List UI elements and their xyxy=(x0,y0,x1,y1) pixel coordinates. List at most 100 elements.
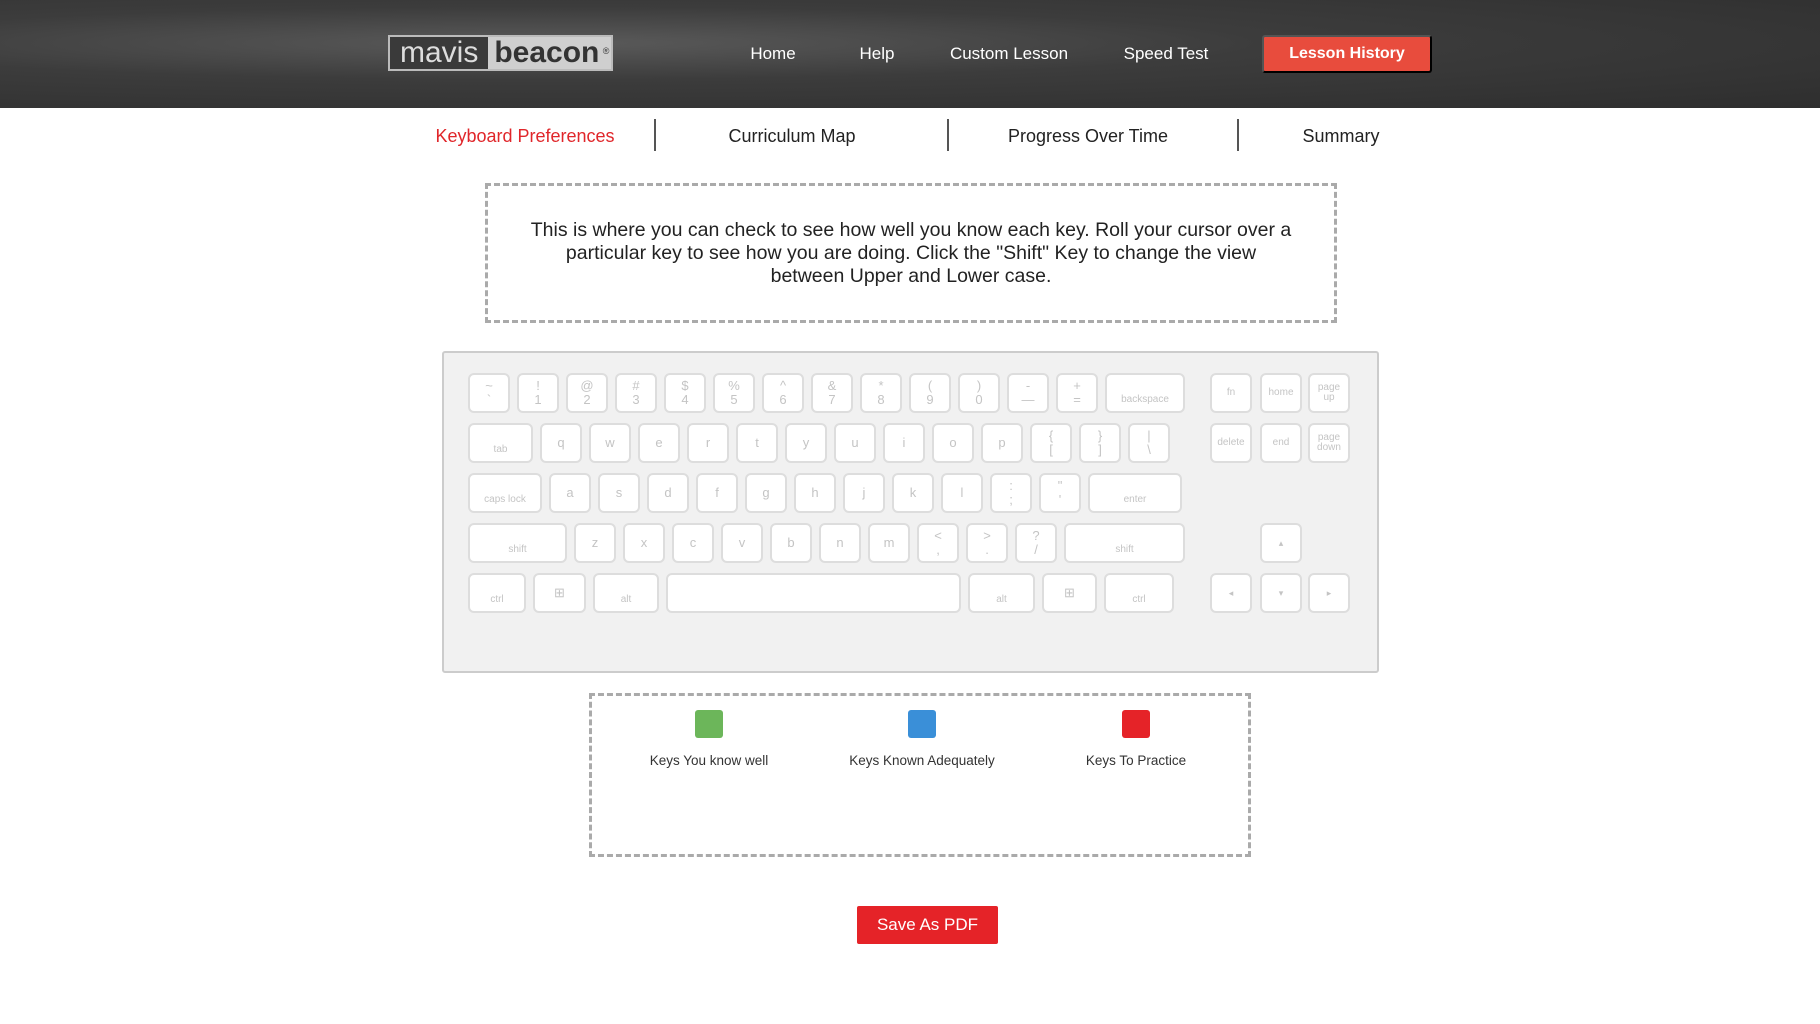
nav-custom-lesson[interactable]: Custom Lesson xyxy=(950,44,1068,64)
key-label: { xyxy=(1048,428,1054,443)
key-/[interactable]: ? / xyxy=(1015,523,1057,563)
key-label: " xyxy=(1057,478,1063,493)
save-as-pdf-button[interactable]: Save As PDF xyxy=(857,906,998,944)
tab-summary[interactable]: Summary xyxy=(1302,126,1379,147)
key-h[interactable]: h xyxy=(794,473,836,513)
key-label: > xyxy=(983,528,991,543)
key-][interactable]: }] xyxy=(1079,423,1121,463)
arrow-left-key[interactable]: ◂ xyxy=(1210,573,1252,613)
key-end[interactable]: end xyxy=(1260,423,1302,463)
key-8[interactable]: * 8 xyxy=(860,373,902,413)
key-w[interactable]: w xyxy=(589,423,631,463)
key-label: ? xyxy=(1032,528,1040,543)
key-\[interactable]: | \ xyxy=(1128,423,1170,463)
arrow-right-key[interactable]: ▸ xyxy=(1308,573,1350,613)
key-label: w xyxy=(605,435,615,450)
key-;[interactable]: :; xyxy=(990,473,1032,513)
key-shift[interactable]: shift xyxy=(468,523,567,563)
key-0[interactable]: ) 0 xyxy=(958,373,1000,413)
key-s[interactable]: s xyxy=(598,473,640,513)
key-shift[interactable]: shift xyxy=(1064,523,1185,563)
key-m[interactable]: m xyxy=(868,523,910,563)
key-o[interactable]: o xyxy=(932,423,974,463)
key-u[interactable]: u xyxy=(834,423,876,463)
key-,[interactable]: <, xyxy=(917,523,959,563)
mavis-beacon-logo[interactable]: mavis beacon ® xyxy=(388,35,614,71)
nav-speed-test[interactable]: Speed Test xyxy=(1124,44,1209,64)
key-2[interactable]: @2 xyxy=(566,373,608,413)
lesson-history-button[interactable]: Lesson History xyxy=(1262,35,1432,73)
red-swatch xyxy=(1122,710,1150,738)
key-f[interactable]: f xyxy=(696,473,738,513)
key-r[interactable]: r xyxy=(687,423,729,463)
key-3[interactable]: #3 xyxy=(615,373,657,413)
key-.[interactable]: >. xyxy=(966,523,1008,563)
key-q[interactable]: q xyxy=(540,423,582,463)
key-t[interactable]: t xyxy=(736,423,778,463)
key-a[interactable]: a xyxy=(549,473,591,513)
key-label: r xyxy=(705,435,711,450)
key-7[interactable]: & 7 xyxy=(811,373,853,413)
key-—[interactable]: - — xyxy=(1007,373,1049,413)
key-fn[interactable]: fn xyxy=(1210,373,1252,413)
key-1[interactable]: ! 1 xyxy=(517,373,559,413)
key-label: % xyxy=(728,378,740,393)
key-6[interactable]: ^ 6 xyxy=(762,373,804,413)
key-ctrl[interactable]: ctrl xyxy=(468,573,526,613)
keyboard: ~ `! 1 @2 #3 $4% 5 ^ 6 & 7 * 8(9) 0- — + = backspace tab q w… xyxy=(442,351,1379,673)
key-label: ▾ xyxy=(1278,588,1284,598)
key-page-down[interactable]: page down xyxy=(1308,423,1350,463)
key-9[interactable]: (9 xyxy=(909,373,951,413)
key-backspace[interactable]: backspace xyxy=(1105,373,1185,413)
key-v[interactable]: v xyxy=(721,523,763,563)
key-delete[interactable]: delete xyxy=(1210,423,1252,463)
instructions-box: This is where you can check to see how w… xyxy=(485,183,1337,323)
key-e[interactable]: e xyxy=(638,423,680,463)
key-tab[interactable]: tab xyxy=(468,423,533,463)
tab-keyboard-preferences[interactable]: Keyboard Preferences xyxy=(435,126,614,147)
windows-key[interactable]: ⊞ xyxy=(533,573,586,613)
key-n[interactable]: n xyxy=(819,523,861,563)
nav-help[interactable]: Help xyxy=(860,44,895,64)
key-l[interactable]: l xyxy=(941,473,983,513)
key-enter[interactable]: enter xyxy=(1088,473,1182,513)
key-page-up[interactable]: page up xyxy=(1308,373,1350,413)
tab-progress-over-time[interactable]: Progress Over Time xyxy=(1008,126,1168,147)
key-d[interactable]: d xyxy=(647,473,689,513)
key-label: ctrl xyxy=(1132,594,1146,605)
arrow-up-key[interactable]: ▴ xyxy=(1260,523,1302,563)
key-home[interactable]: home xyxy=(1260,373,1302,413)
key-`[interactable]: ~ ` xyxy=(468,373,510,413)
key-label: m xyxy=(883,535,895,550)
windows-key[interactable]: ⊞ xyxy=(1042,573,1097,613)
space-key[interactable] xyxy=(666,573,961,613)
key-label: } xyxy=(1097,428,1103,443)
key-caps-lock[interactable]: caps lock xyxy=(468,473,542,513)
key-label: \ xyxy=(1147,442,1151,457)
key-4[interactable]: $4 xyxy=(664,373,706,413)
key-z[interactable]: z xyxy=(574,523,616,563)
key-label: * xyxy=(878,378,884,393)
key-c[interactable]: c xyxy=(672,523,714,563)
key-[[interactable]: {[ xyxy=(1030,423,1072,463)
key-5[interactable]: % 5 xyxy=(713,373,755,413)
key-g[interactable]: g xyxy=(745,473,787,513)
legend-item-known-well: Keys You know well xyxy=(599,710,819,770)
key-label: h xyxy=(811,485,819,500)
key-x[interactable]: x xyxy=(623,523,665,563)
key-y[interactable]: y xyxy=(785,423,827,463)
key-label: ~ xyxy=(485,378,493,393)
key-b[interactable]: b xyxy=(770,523,812,563)
key-alt[interactable]: alt xyxy=(593,573,659,613)
key-'[interactable]: " ' xyxy=(1039,473,1081,513)
tab-curriculum-map[interactable]: Curriculum Map xyxy=(728,126,855,147)
key-ctrl[interactable]: ctrl xyxy=(1104,573,1174,613)
key-i[interactable]: i xyxy=(883,423,925,463)
nav-home[interactable]: Home xyxy=(750,44,795,64)
key-j[interactable]: j xyxy=(843,473,885,513)
key-p[interactable]: p xyxy=(981,423,1023,463)
key-alt[interactable]: alt xyxy=(968,573,1035,613)
arrow-down-key[interactable]: ▾ xyxy=(1260,573,1302,613)
key-k[interactable]: k xyxy=(892,473,934,513)
key-=[interactable]: + = xyxy=(1056,373,1098,413)
